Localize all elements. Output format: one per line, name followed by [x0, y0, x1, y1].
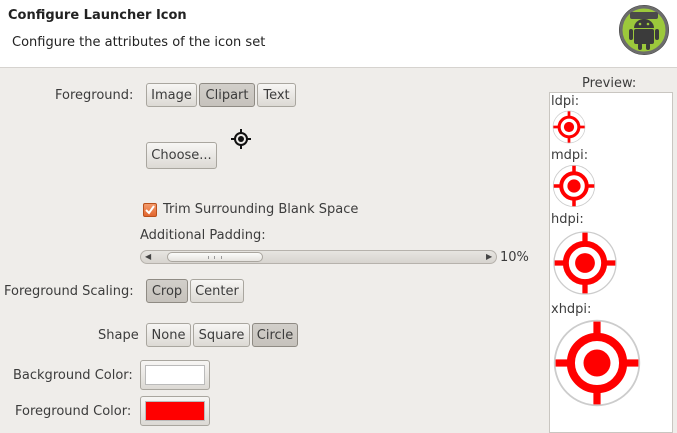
foreground-color-swatch	[145, 401, 205, 421]
foreground-image-button[interactable]: Image	[146, 83, 197, 107]
preview-hdpi-icon	[552, 230, 618, 296]
padding-value: 10%	[500, 250, 529, 265]
wizard-header: Configure Launcher Icon Configure the at…	[0, 0, 677, 68]
preview-title: Preview:	[582, 76, 637, 91]
preview-ldpi-icon	[552, 110, 586, 144]
preview-xhdpi-icon	[552, 318, 642, 408]
scaling-label: Foreground Scaling:	[4, 284, 134, 299]
trim-label: Trim Surrounding Blank Space	[163, 202, 359, 217]
background-color-swatch	[145, 365, 205, 385]
slider-right-arrow-icon[interactable]: ▶	[486, 251, 492, 263]
page-description: Configure the attributes of the icon set	[12, 35, 266, 50]
page-title: Configure Launcher Icon	[8, 8, 187, 23]
shape-none-button[interactable]: None	[146, 323, 191, 347]
shape-square-button[interactable]: Square	[193, 323, 250, 347]
preview-xhdpi-label: xhdpi:	[551, 302, 592, 317]
scaling-center-button[interactable]: Center	[190, 279, 244, 303]
padding-slider[interactable]: ◀ ▶	[140, 250, 497, 264]
padding-label: Additional Padding:	[140, 228, 266, 243]
foreground-color-button[interactable]	[140, 396, 210, 426]
shape-label: Shape	[98, 328, 139, 343]
grip-icon	[208, 256, 222, 259]
preview-mdpi-icon	[552, 164, 596, 208]
trim-checkbox[interactable]	[143, 203, 157, 217]
shape-circle-button[interactable]: Circle	[252, 323, 298, 347]
foreground-clipart-button[interactable]: Clipart	[199, 83, 255, 107]
slider-thumb[interactable]	[167, 252, 263, 262]
foreground-label: Foreground:	[55, 88, 134, 103]
preview-mdpi-label: mdpi:	[551, 148, 589, 163]
choose-clipart-button[interactable]: Choose...	[146, 142, 217, 169]
foreground-text-button[interactable]: Text	[257, 83, 296, 107]
background-color-button[interactable]	[140, 360, 210, 390]
background-color-label: Background Color:	[13, 368, 133, 383]
preview-hdpi-label: hdpi:	[551, 212, 584, 227]
android-logo-icon	[619, 5, 669, 55]
scaling-crop-button[interactable]: Crop	[146, 279, 188, 303]
crosshair-target-icon	[231, 129, 251, 149]
checkmark-icon	[145, 205, 155, 215]
slider-left-arrow-icon[interactable]: ◀	[145, 251, 151, 263]
preview-ldpi-label: ldpi:	[551, 94, 580, 109]
foreground-color-label: Foreground Color:	[15, 404, 132, 419]
